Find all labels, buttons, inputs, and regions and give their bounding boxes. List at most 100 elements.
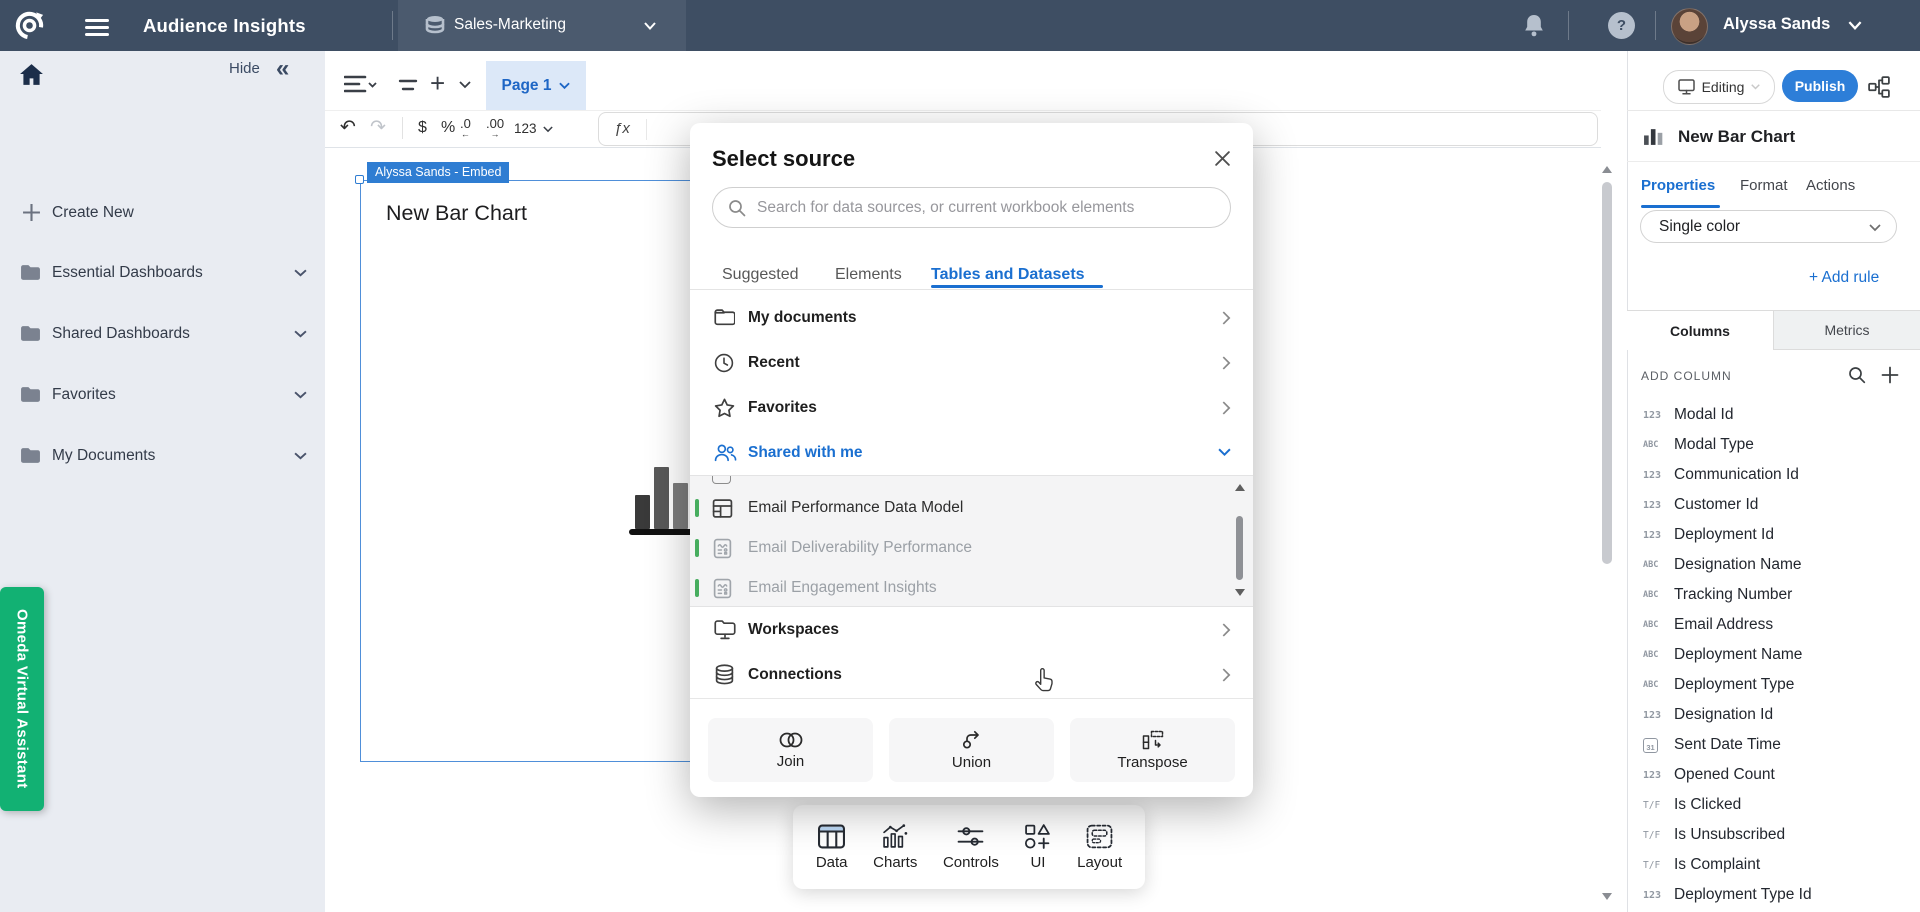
column-row[interactable]: 123Customer Id <box>1627 491 1920 521</box>
selection-handle[interactable] <box>355 175 364 184</box>
source-row-shared-with-me[interactable]: Shared with me <box>690 430 1253 475</box>
source-row-workspaces[interactable]: Workspaces <box>690 607 1253 652</box>
tab-columns[interactable]: Columns <box>1627 311 1773 350</box>
boolean-type-icon: T/F <box>1643 860 1673 871</box>
tab-elements[interactable]: Elements <box>835 266 902 284</box>
text-type-icon: ABC <box>1643 680 1673 690</box>
help-icon[interactable]: ? <box>1608 12 1635 39</box>
user-avatar[interactable] <box>1671 8 1708 45</box>
increase-decimal-icon[interactable]: .00 → <box>486 119 504 139</box>
clock-icon <box>714 353 734 373</box>
column-row[interactable]: T/FIs Complaint <box>1627 851 1920 881</box>
undo-icon[interactable]: ↶ <box>340 116 356 139</box>
source-row-recent[interactable]: Recent <box>690 340 1253 385</box>
column-row[interactable]: 123Opened Count <box>1627 761 1920 791</box>
dock-item-layout[interactable]: Layout <box>1077 824 1122 871</box>
tab-metrics[interactable]: Metrics <box>1773 311 1920 350</box>
source-search-input[interactable] <box>712 187 1231 228</box>
search-columns-icon[interactable] <box>1848 366 1866 384</box>
column-row[interactable]: ABCEmail Address <box>1627 611 1920 641</box>
sidebar-item-essential-dashboards[interactable]: Essential Dashboards <box>0 257 325 289</box>
column-row[interactable]: ABCDesignation Name <box>1627 551 1920 581</box>
column-row[interactable]: 123Deployment Type Id <box>1627 881 1920 911</box>
share-icon[interactable] <box>1868 76 1890 98</box>
source-row-connections[interactable]: Connections <box>690 652 1253 697</box>
column-row[interactable]: T/FIs Unsubscribed <box>1627 821 1920 851</box>
main-menu-icon[interactable] <box>85 15 109 40</box>
hide-sidebar-label[interactable]: Hide <box>229 60 260 77</box>
canvas-scroll-up-icon[interactable] <box>1602 166 1612 173</box>
sublist-scroll-down-icon[interactable] <box>1235 589 1245 596</box>
number-format-chevron-icon[interactable] <box>543 126 553 133</box>
notifications-bell-icon[interactable] <box>1523 13 1545 38</box>
element-list-menu-icon[interactable] <box>344 74 378 96</box>
page-options-chevron-icon[interactable] <box>459 81 471 89</box>
dock-item-charts[interactable]: Charts <box>873 824 917 871</box>
column-row[interactable]: 123Communication Id <box>1627 461 1920 491</box>
sidebar-item-my-documents[interactable]: My Documents <box>0 440 325 472</box>
column-row[interactable]: 123Designation Id <box>1627 701 1920 731</box>
transpose-button[interactable]: Transpose <box>1070 718 1235 782</box>
shared-with-me-list: Email Performance Data Model Email Deliv… <box>690 475 1253 607</box>
add-rule-button[interactable]: + Add rule <box>1809 269 1879 287</box>
source-row-my-documents[interactable]: My documents <box>690 295 1253 340</box>
collapse-sidebar-icon[interactable]: « <box>276 60 289 78</box>
column-row[interactable]: T/FIs Clicked <box>1627 791 1920 821</box>
column-row[interactable]: ABCTracking Number <box>1627 581 1920 611</box>
tab-suggested[interactable]: Suggested <box>722 266 799 284</box>
column-row[interactable]: ABCDeployment Name <box>1627 641 1920 671</box>
number-type-icon: 123 <box>1643 530 1673 541</box>
live-dataset-indicator <box>695 539 699 557</box>
percent-format-icon[interactable]: % <box>441 119 455 137</box>
column-row[interactable]: ABCDeployment Type <box>1627 671 1920 701</box>
join-button[interactable]: Join <box>708 718 873 782</box>
workspace-switcher[interactable]: Sales-Marketing <box>398 0 686 51</box>
folder-icon <box>20 386 41 403</box>
canvas-scrollbar-thumb[interactable] <box>1602 182 1612 564</box>
align-lines-icon[interactable] <box>398 79 418 92</box>
dock-item-controls[interactable]: Controls <box>943 824 999 871</box>
modal-title: Select source <box>712 146 855 172</box>
tab-properties[interactable]: Properties <box>1641 177 1715 194</box>
column-row[interactable]: 123Deployment Id <box>1627 521 1920 551</box>
home-icon[interactable] <box>18 62 45 88</box>
dock-item-ui[interactable]: UI <box>1024 824 1051 871</box>
canvas-scroll-down-icon[interactable] <box>1602 893 1612 900</box>
add-column-plus-icon[interactable] <box>1881 366 1899 384</box>
redo-icon[interactable]: ↷ <box>370 116 386 139</box>
sidebar-item-shared-dashboards[interactable]: Shared Dashboards <box>0 318 325 350</box>
currency-format-icon[interactable]: $ <box>418 119 427 137</box>
number-format-menu[interactable]: 123 <box>514 121 537 136</box>
tab-actions[interactable]: Actions <box>1806 177 1855 194</box>
color-mode-select[interactable]: Single color <box>1640 210 1897 243</box>
user-menu-chevron-icon[interactable] <box>1848 21 1862 30</box>
column-row[interactable]: 31Sent Date Time <box>1627 731 1920 761</box>
union-button[interactable]: Union <box>889 718 1054 782</box>
sidebar-item-favorites[interactable]: Favorites <box>0 379 325 411</box>
add-page-button[interactable]: + <box>430 68 445 99</box>
virtual-assistant-tab[interactable]: Omeda Virtual Assistant <box>0 587 44 811</box>
source-item-email-performance-data-model[interactable]: Email Performance Data Model <box>690 488 1230 528</box>
insert-dock: Data Charts Controls <box>793 805 1145 889</box>
dock-item-data[interactable]: Data <box>816 824 848 871</box>
column-row[interactable]: ABCModal Type <box>1627 431 1920 461</box>
create-new-button[interactable]: Create New <box>0 197 325 229</box>
sublist-scrollbar-thumb[interactable] <box>1236 516 1243 580</box>
close-icon[interactable] <box>1214 150 1231 167</box>
decrease-decimal-icon[interactable]: .0 ← <box>460 119 471 139</box>
source-item-email-engagement-insights[interactable]: Email Engagement Insights <box>690 568 1230 608</box>
element-owner-label: Alyssa Sands - Embed <box>367 162 509 183</box>
column-row[interactable]: 123Modal Id <box>1627 401 1920 431</box>
tab-format[interactable]: Format <box>1740 177 1788 194</box>
omeda-logo-icon[interactable] <box>13 9 46 42</box>
tab-tables-and-datasets[interactable]: Tables and Datasets <box>931 266 1085 284</box>
source-row-favorites[interactable]: Favorites <box>690 385 1253 430</box>
folder-icon <box>20 447 41 464</box>
editing-mode-button[interactable]: Editing <box>1663 70 1775 104</box>
active-tab-underline <box>1641 205 1720 208</box>
sublist-scroll-up-icon[interactable] <box>1235 484 1245 491</box>
tab-page-1[interactable]: Page 1 <box>486 61 586 110</box>
publish-button[interactable]: Publish <box>1782 70 1858 102</box>
source-item-email-deliverability-performance[interactable]: Email Deliverability Performance <box>690 528 1230 568</box>
text-type-icon: ABC <box>1643 620 1673 630</box>
